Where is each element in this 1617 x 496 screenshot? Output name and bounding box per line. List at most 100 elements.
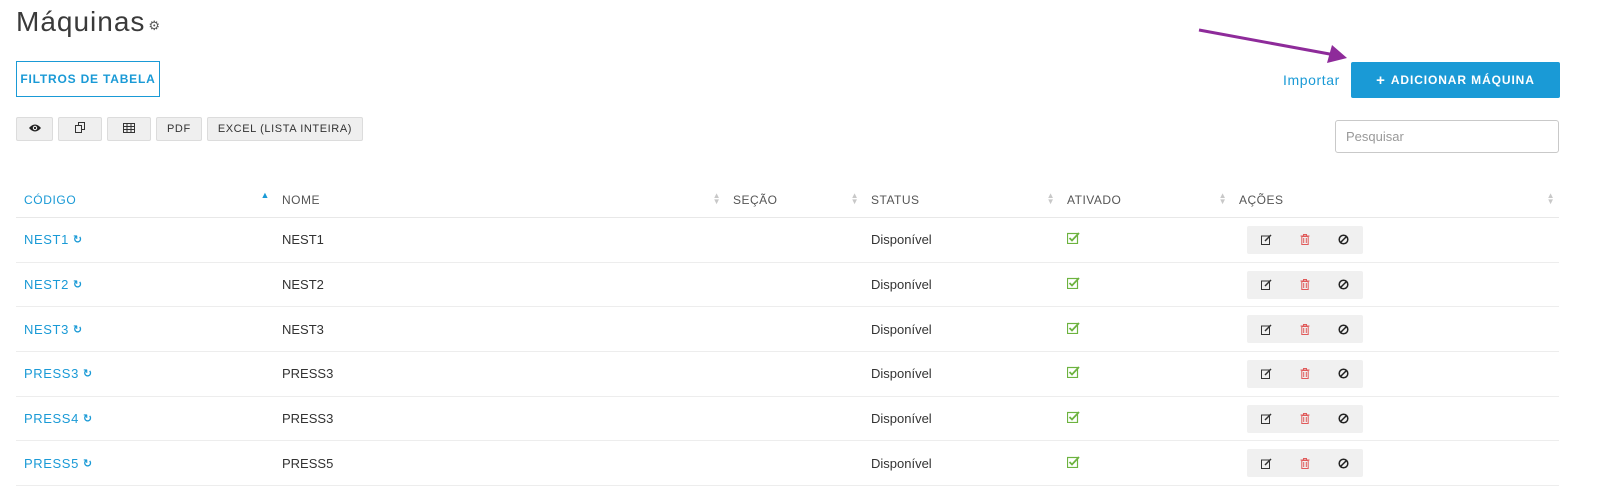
table-body: NEST1 ↻ NEST1 Disponível NEST2 ↻ NEST2 D… [16, 218, 1559, 487]
copy-icon [74, 122, 86, 136]
edit-icon[interactable] [1247, 271, 1286, 299]
row-actions [1247, 270, 1363, 299]
machine-code-link[interactable]: PRESS5 [24, 456, 79, 471]
disable-icon[interactable] [1324, 271, 1363, 299]
checked-icon [1066, 456, 1080, 471]
import-link[interactable]: Importar [1283, 72, 1340, 88]
column-header-codigo[interactable]: CÓDIGO ▲ [16, 182, 274, 217]
ativado-cell [1059, 322, 1231, 337]
column-visibility-button[interactable] [16, 117, 53, 141]
copy-button[interactable] [58, 117, 102, 141]
delete-icon[interactable] [1286, 449, 1325, 477]
eye-icon [28, 123, 42, 136]
sort-icon: ▲ ▼ [1218, 191, 1227, 206]
status-cell: Disponível [871, 277, 932, 293]
disable-icon[interactable] [1324, 449, 1363, 477]
row-actions [1247, 225, 1363, 254]
machine-code-link[interactable]: NEST1 [24, 232, 69, 247]
disable-icon[interactable] [1324, 226, 1363, 254]
edit-icon[interactable] [1247, 315, 1286, 343]
column-label: ATIVADO [1067, 192, 1122, 207]
column-label: SEÇÃO [733, 192, 778, 207]
gear-icon[interactable]: ⚙ [148, 18, 161, 34]
status-cell: Disponível [871, 455, 932, 471]
excel-button[interactable]: EXCEL (LISTA INTEIRA) [206, 117, 364, 141]
checked-icon [1066, 411, 1080, 426]
disable-icon[interactable] [1324, 315, 1363, 343]
code-cell: PRESS4 ↻ [16, 411, 274, 426]
table-row: PRESS5 ↻ PRESS5 Disponível [16, 441, 1559, 487]
acoes-cell [1231, 270, 1559, 299]
table-icon [123, 122, 135, 136]
sort-icon: ▲ ▼ [850, 191, 859, 206]
ativado-cell [1059, 456, 1231, 471]
checked-icon [1066, 277, 1080, 292]
column-header-secao[interactable]: SEÇÃO ▲ ▼ [725, 182, 863, 217]
row-actions [1247, 449, 1363, 478]
column-header-nome[interactable]: NOME ▲ ▼ [274, 182, 725, 217]
export-toolbar: PDF EXCEL (LISTA INTEIRA) [16, 117, 364, 141]
refresh-icon[interactable]: ↻ [83, 457, 93, 470]
table-row: NEST2 ↻ NEST2 Disponível [16, 263, 1559, 308]
row-actions [1247, 404, 1363, 433]
edit-icon[interactable] [1247, 360, 1286, 388]
machine-code-link[interactable]: NEST2 [24, 277, 69, 292]
add-machine-button[interactable]: + ADICIONAR MÁQUINA [1351, 62, 1560, 98]
delete-icon[interactable] [1286, 360, 1325, 388]
delete-icon[interactable] [1286, 405, 1325, 433]
refresh-icon[interactable]: ↻ [83, 367, 93, 380]
refresh-icon[interactable]: ↻ [73, 233, 83, 246]
refresh-icon[interactable]: ↻ [83, 412, 93, 425]
refresh-icon[interactable]: ↻ [73, 323, 83, 336]
nome-cell: NEST3 [282, 321, 324, 337]
edit-icon[interactable] [1247, 226, 1286, 254]
status-cell: Disponível [871, 411, 932, 427]
delete-icon[interactable] [1286, 271, 1325, 299]
table-row: PRESS4 ↻ PRESS3 Disponível [16, 397, 1559, 442]
annotation-arrow-icon [1198, 28, 1347, 63]
acoes-cell [1231, 315, 1559, 344]
column-header-acoes[interactable]: AÇÕES ▲ ▼ [1231, 182, 1559, 217]
column-label: CÓDIGO [24, 192, 77, 207]
acoes-cell [1231, 225, 1559, 254]
plus-icon: + [1376, 71, 1386, 89]
pdf-button[interactable]: PDF [156, 117, 202, 141]
code-cell: PRESS3 ↻ [16, 366, 274, 381]
page-title: Máquinas ⚙ [16, 6, 161, 38]
machine-code-link[interactable]: PRESS4 [24, 411, 79, 426]
edit-icon[interactable] [1247, 405, 1286, 433]
machine-code-link[interactable]: PRESS3 [24, 366, 79, 381]
disable-icon[interactable] [1324, 405, 1363, 433]
row-actions [1247, 359, 1363, 388]
column-header-ativado[interactable]: ATIVADO ▲ ▼ [1059, 182, 1231, 217]
sort-icon: ▲ ▼ [1546, 191, 1555, 206]
nome-cell: NEST2 [282, 277, 324, 293]
code-cell: NEST1 ↻ [16, 232, 274, 247]
edit-icon[interactable] [1247, 449, 1286, 477]
table-filters-button[interactable]: FILTROS DE TABELA [16, 61, 160, 97]
acoes-cell [1231, 359, 1559, 388]
machine-code-link[interactable]: NEST3 [24, 322, 69, 337]
table-row: NEST3 ↻ NEST3 Disponível [16, 307, 1559, 353]
sort-asc-icon: ▲ [260, 190, 270, 200]
acoes-cell [1231, 404, 1559, 433]
disable-icon[interactable] [1324, 360, 1363, 388]
code-cell: PRESS5 ↻ [16, 456, 274, 471]
search-input[interactable] [1335, 120, 1559, 153]
delete-icon[interactable] [1286, 315, 1325, 343]
sort-icon: ▲ ▼ [712, 191, 721, 206]
column-header-status[interactable]: STATUS ▲ ▼ [863, 182, 1059, 217]
csv-button[interactable] [107, 117, 151, 141]
ativado-cell [1059, 232, 1231, 247]
checked-icon [1066, 366, 1080, 381]
table-row: NEST1 ↻ NEST1 Disponível [16, 218, 1559, 263]
ativado-cell [1059, 411, 1231, 426]
code-cell: NEST2 ↻ [16, 277, 274, 292]
nome-cell: PRESS5 [282, 455, 334, 471]
refresh-icon[interactable]: ↻ [73, 278, 83, 291]
nome-cell: NEST1 [282, 232, 324, 248]
add-machine-label: ADICIONAR MÁQUINA [1390, 73, 1535, 87]
column-label: STATUS [871, 192, 920, 207]
delete-icon[interactable] [1286, 226, 1325, 254]
acoes-cell [1231, 449, 1559, 478]
